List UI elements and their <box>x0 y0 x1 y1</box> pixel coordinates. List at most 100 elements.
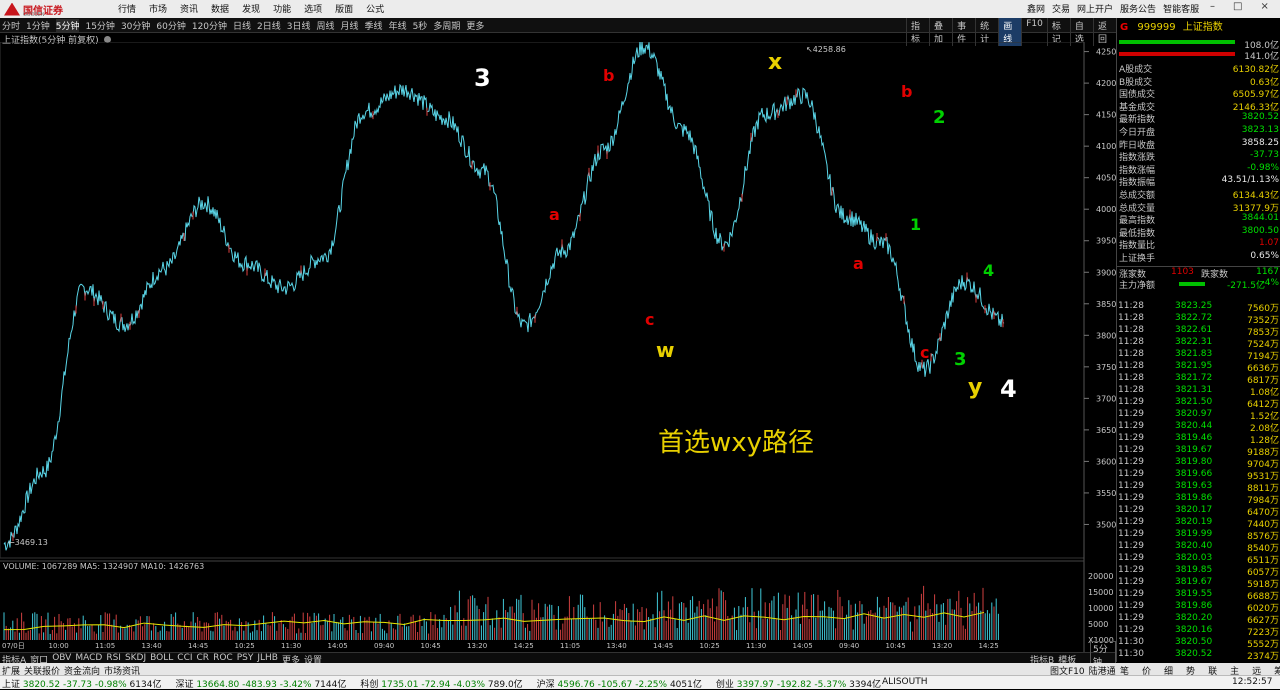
stat-label: 总成交量 <box>1119 203 1156 214</box>
tick-time: 11:30 <box>1118 637 1144 647</box>
period-tab[interactable]: 2日线 <box>257 19 281 32</box>
tick-row[interactable]: 11:29 3819.86 7984万 <box>1117 493 1280 506</box>
stat-value: 0.63亿 <box>1249 77 1279 88</box>
tick-row[interactable]: 11:29 3821.50 6412万 <box>1117 397 1280 410</box>
tick-row[interactable]: 11:29 3820.17 6470万 <box>1117 505 1280 518</box>
stat-row: 指数振幅 43.51/1.13% <box>1117 175 1280 188</box>
stat-value: 31377.9万 <box>1232 203 1279 214</box>
tick-row[interactable]: 11:29 3820.19 7440万 <box>1117 517 1280 530</box>
tick-row[interactable]: 11:29 3819.99 8576万 <box>1117 529 1280 542</box>
stat-row: 指数涨幅 -0.98% <box>1117 163 1280 176</box>
tick-row[interactable]: 11:30 3820.50 5552万 <box>1117 637 1280 650</box>
period-tab[interactable]: 多周期 <box>433 19 460 32</box>
server-name: ALISOUTH <box>882 677 928 687</box>
tick-row[interactable]: 11:28 3821.83 7194万 <box>1117 349 1280 362</box>
volume-axis-label: 15000 <box>1088 588 1113 597</box>
tick-price: 3819.67 <box>1175 445 1213 455</box>
tick-row[interactable]: 11:29 3819.46 1.28亿 <box>1117 433 1280 446</box>
price-line <box>3 42 1005 551</box>
index-item[interactable]: 沪深 4596.76 -105.67 -2.25% 4051亿 <box>537 677 702 690</box>
group-icon[interactable]: G <box>1120 22 1128 33</box>
menu-item[interactable]: 发现 <box>242 2 260 15</box>
index-value: 3820.52 <box>20 680 63 690</box>
top-link[interactable]: 服务公告 <box>1120 2 1156 15</box>
stat-row: 最新指数 3820.52 <box>1117 112 1280 125</box>
wave-label: c <box>920 343 929 362</box>
tick-row[interactable]: 11:28 3822.31 7524万 <box>1117 337 1280 350</box>
tick-row[interactable]: 11:29 3820.44 2.08亿 <box>1117 421 1280 434</box>
tick-row[interactable]: 11:29 3820.20 6627万 <box>1117 613 1280 626</box>
tick-row[interactable]: 11:29 3819.63 8811万 <box>1117 481 1280 494</box>
top-link[interactable]: 智能客服 <box>1163 2 1199 15</box>
menu-item[interactable]: 选项 <box>304 2 322 15</box>
tick-row[interactable]: 11:29 3819.67 5918万 <box>1117 577 1280 590</box>
time-axis: 07/0日 10:00 11:05 13:40 14:45 10:25 11:30 14:05… <box>2 642 999 650</box>
menu-item[interactable]: 版面 <box>335 2 353 15</box>
tick-row[interactable]: 11:28 3822.72 7352万 <box>1117 313 1280 326</box>
menu-item[interactable]: 功能 <box>273 2 291 15</box>
y-axis-label: 3550 <box>1096 489 1116 498</box>
menu-bar: 国信证券 GUOSEN SECURITIES 行情市场资讯数据发现功能选项版面公… <box>0 0 1280 24</box>
tick-row[interactable]: 11:29 3819.85 6057万 <box>1117 565 1280 578</box>
tick-price: 3821.83 <box>1175 349 1213 359</box>
period-tab[interactable]: 更多 <box>466 19 484 32</box>
index-item[interactable]: 上证 3820.52 -37.73 -0.98% 6134亿 <box>2 677 161 690</box>
tick-row[interactable]: 11:28 3822.61 7853万 <box>1117 325 1280 338</box>
tick-row[interactable]: 11:29 3819.86 6020万 <box>1117 601 1280 614</box>
tick-row[interactable]: 11:29 3820.03 6511万 <box>1117 553 1280 566</box>
period-tab[interactable]: 日线 <box>233 19 251 32</box>
tick-row[interactable]: 11:29 3819.67 9188万 <box>1117 445 1280 458</box>
time-label: 13:40 <box>142 642 162 650</box>
menu-item[interactable]: 资讯 <box>180 2 198 15</box>
time-label: 10:00 <box>49 642 69 650</box>
index-item[interactable]: 深证 13664.80 -483.93 -3.42% 7144亿 <box>175 677 346 690</box>
tick-row[interactable]: 11:30 3820.52 2374万 <box>1117 649 1280 662</box>
index-amount: 6134亿 <box>129 680 162 690</box>
menu-item[interactable]: 市场 <box>149 2 167 15</box>
stat-label: B股成交 <box>1119 77 1153 88</box>
tick-row[interactable]: 11:28 3823.25 7560万 <box>1117 301 1280 314</box>
tick-row[interactable]: 11:29 3820.16 7223万 <box>1117 625 1280 638</box>
period-tab[interactable]: 3日线 <box>287 19 311 32</box>
period-tab[interactable]: 60分钟 <box>156 19 185 32</box>
menu-item[interactable]: 公式 <box>366 2 384 15</box>
menu-item[interactable]: 数据 <box>211 2 229 15</box>
index-item[interactable]: 科创 1735.01 -72.94 -4.03% 789.0亿 <box>360 677 522 690</box>
period-tab[interactable]: 1分钟 <box>26 19 50 32</box>
period-tab[interactable]: 120分钟 <box>192 19 227 32</box>
y-axis-label: 3700 <box>1096 394 1116 403</box>
top-link[interactable]: 网上开户 <box>1077 2 1113 15</box>
stat-label: 国债成交 <box>1119 90 1156 101</box>
brand-logo[interactable]: 国信证券 GUOSEN SECURITIES <box>4 1 63 24</box>
time-label: 10:25 <box>235 642 255 650</box>
stat-value: 6130.82亿 <box>1232 65 1279 75</box>
period-tab[interactable]: 年线 <box>389 19 407 32</box>
index-item[interactable]: 创业 3397.97 -192.82 -5.37% 3394亿 <box>716 677 881 690</box>
tick-row[interactable]: 11:29 3820.40 8540万 <box>1117 541 1280 554</box>
tick-row[interactable]: 11:29 3819.80 9704万 <box>1117 457 1280 470</box>
tick-row[interactable]: 11:28 3821.31 1.08亿 <box>1117 385 1280 398</box>
minimize-icon[interactable]: – <box>1210 1 1215 12</box>
period-tab[interactable]: 15分钟 <box>85 19 114 32</box>
tick-row[interactable]: 11:29 3819.66 9531万 <box>1117 469 1280 482</box>
tick-row[interactable]: 11:28 3821.95 6636万 <box>1117 361 1280 374</box>
period-tab[interactable]: 5秒 <box>413 19 428 32</box>
period-tab[interactable]: 月线 <box>341 19 359 32</box>
period-tab[interactable]: 季线 <box>365 19 383 32</box>
tick-row[interactable]: 11:29 3820.97 1.52亿 <box>1117 409 1280 422</box>
updown-row: 涨家数 1103 跌家数 1167 <box>1117 265 1280 280</box>
period-tab[interactable]: 分时 <box>2 19 20 32</box>
tick-row[interactable]: 11:28 3821.72 6817万 <box>1117 373 1280 386</box>
close-icon[interactable]: × <box>1260 1 1268 12</box>
y-axis-label: 4000 <box>1096 205 1116 214</box>
period-tab[interactable]: 周线 <box>317 19 335 32</box>
price-chart[interactable]: 4250 4200 4150 4100 4050 4000 3950 3900 3850 3800… <box>0 42 1116 652</box>
top-link[interactable]: 鑫网 <box>1027 2 1045 15</box>
period-tab[interactable]: 5分钟 <box>55 19 80 32</box>
tick-row[interactable]: 11:29 3819.55 6688万 <box>1117 589 1280 602</box>
maximize-icon[interactable]: □ <box>1233 1 1242 12</box>
wave-label: 1 <box>910 215 921 234</box>
period-tab[interactable]: 30分钟 <box>121 19 150 32</box>
menu-item[interactable]: 行情 <box>118 2 136 15</box>
top-link[interactable]: 交易 <box>1052 2 1070 15</box>
